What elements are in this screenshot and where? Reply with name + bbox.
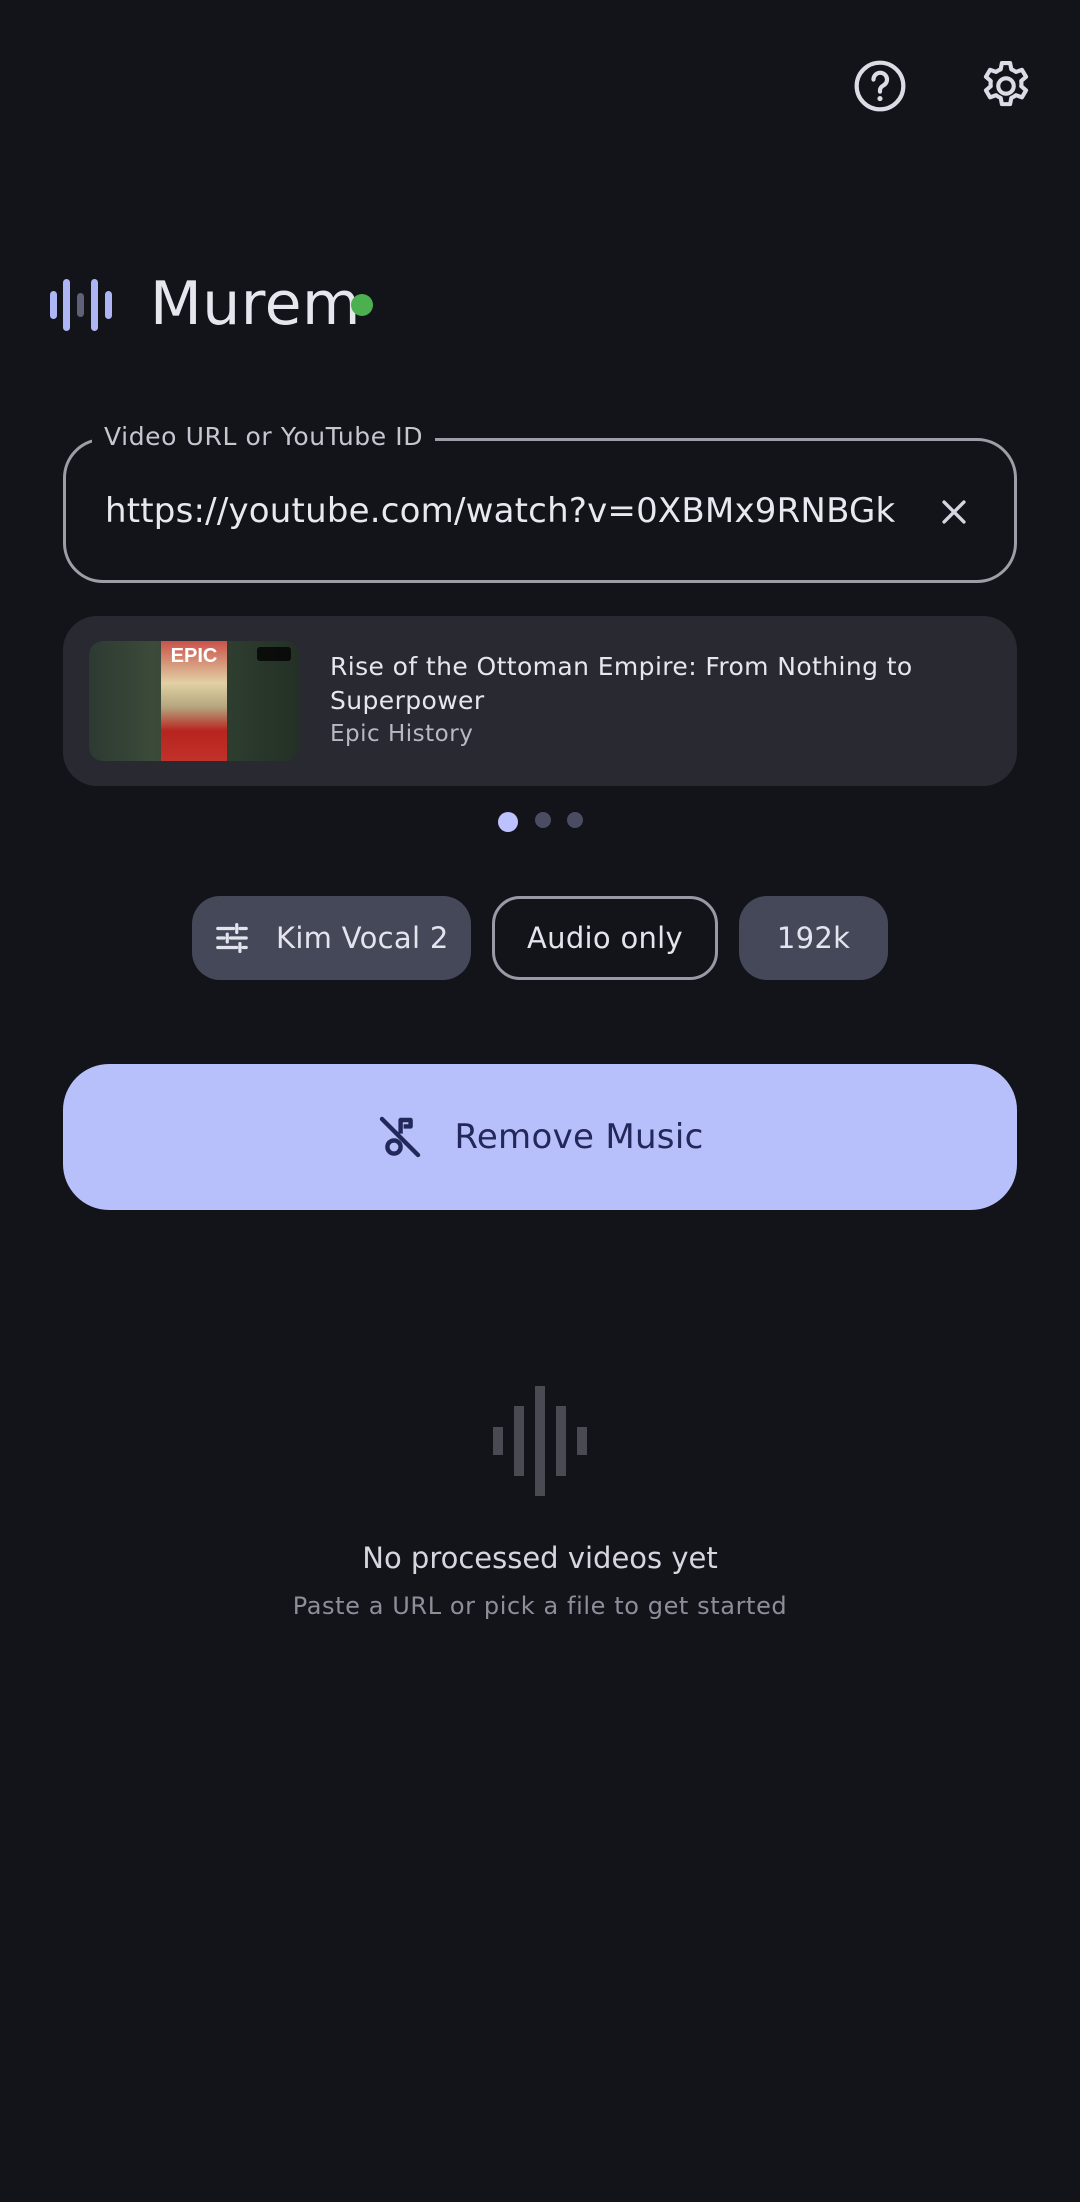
pager-dot[interactable] (567, 812, 583, 828)
app-title: Murem (150, 269, 362, 339)
empty-state-title: No processed videos yet (362, 1541, 718, 1575)
model-chip[interactable]: Kim Vocal 2 (192, 896, 471, 980)
tune-icon (212, 918, 252, 958)
audio-only-chip[interactable]: Audio only (492, 896, 718, 980)
status-indicator (351, 294, 373, 316)
url-input-value[interactable]: https://youtube.com/watch?v=0XBMx9RNBGk (105, 488, 895, 534)
video-thumbnail: EPIC (89, 641, 299, 761)
audio-only-chip-label: Audio only (527, 921, 683, 955)
bitrate-chip[interactable]: 192k (739, 896, 888, 980)
thumbnail-title: EPIC (170, 645, 218, 667)
thumbnail-cover: EPIC (161, 641, 227, 761)
clear-url-button[interactable] (930, 488, 978, 536)
gear-icon (983, 60, 1029, 107)
remove-music-label: Remove Music (454, 1117, 704, 1157)
waveform-logo-icon (50, 279, 112, 331)
pager-dot-active[interactable] (498, 812, 518, 832)
url-input-label: Video URL or YouTube ID (92, 420, 436, 454)
pager-dot[interactable] (535, 812, 551, 828)
video-channel: Epic History (330, 721, 474, 747)
thumbnail-badge (257, 647, 291, 661)
model-chip-label: Kim Vocal 2 (276, 921, 449, 955)
help-button[interactable] (850, 56, 910, 116)
waveform-icon (493, 1386, 587, 1496)
remove-music-button[interactable]: Remove Music (63, 1064, 1017, 1210)
help-circle-icon (854, 60, 906, 112)
video-title: Rise of the Ottoman Empire: From Nothing… (330, 652, 913, 715)
music-off-icon (380, 1116, 421, 1158)
empty-state-subtitle: Paste a URL or pick a file to get starte… (292, 1592, 788, 1620)
bitrate-chip-label: 192k (776, 921, 851, 955)
close-icon (942, 500, 966, 524)
settings-button[interactable] (976, 56, 1036, 116)
